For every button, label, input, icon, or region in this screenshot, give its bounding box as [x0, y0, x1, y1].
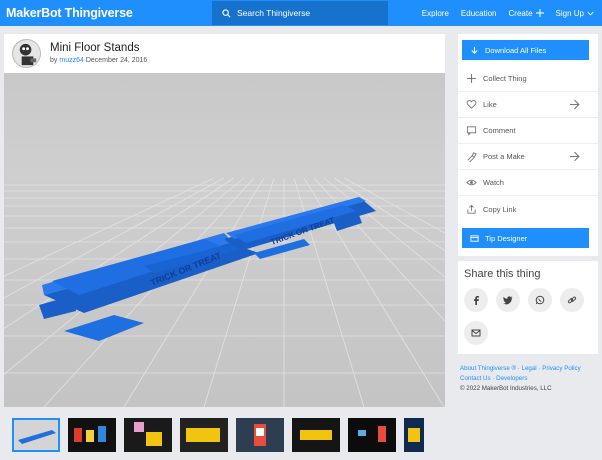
model-preview-image[interactable]: TRICK OR TREAT TRICK OR TREAT: [4, 73, 445, 407]
thumbnail-5[interactable]: [236, 418, 284, 452]
logo-thingiverse-text: Thingiverse: [64, 6, 133, 20]
arrow-right-icon: [570, 99, 580, 110]
nav-signup[interactable]: Sign Up: [556, 9, 594, 18]
thumbnail-strip: [12, 418, 424, 454]
facebook-icon: [474, 296, 479, 305]
copy-link-icon: [467, 204, 476, 214]
thumbnail-6[interactable]: [292, 418, 340, 452]
footer-links: About Thingiverse ® · Legal · Privacy Po…: [460, 364, 600, 394]
logo-makerbot-text: MakerBot: [6, 6, 62, 20]
tip-label: Tip Designer: [485, 233, 528, 243]
download-label: Download All Files: [485, 45, 547, 55]
footer-privacy-link[interactable]: Privacy Policy: [542, 365, 581, 372]
footer-about-link[interactable]: About Thingiverse ®: [460, 365, 516, 372]
share-twitter-button[interactable]: [496, 288, 520, 312]
search-placeholder: Search Thingiverse: [237, 8, 311, 18]
download-icon: [471, 46, 478, 54]
byline: by muzz64 December 24, 2016: [50, 57, 147, 64]
user-avatar-icon: [13, 40, 40, 67]
thumbnail-8[interactable]: [404, 418, 424, 452]
heart-icon: [466, 100, 477, 109]
plus-icon: [535, 9, 544, 17]
twitter-icon: [503, 296, 513, 305]
nav-create-label: Create: [508, 8, 533, 18]
tip-designer-button[interactable]: Tip Designer: [462, 228, 589, 248]
top-navbar: MakerBot Thingiverse Search Thingiverse …: [0, 0, 602, 26]
comment-label: Comment: [483, 126, 516, 135]
arrow-right-icon: [570, 151, 580, 162]
footer-copyright: © 2022 MakerBot Industries, LLC: [460, 385, 552, 392]
thumbnail-4[interactable]: [180, 418, 228, 452]
whatsapp-icon: [535, 295, 545, 305]
thing-card: Mini Floor Stands by muzz64 December 24,…: [4, 34, 445, 407]
model-render: TRICK OR TREAT TRICK OR TREAT: [4, 73, 445, 407]
share-whatsapp-button[interactable]: [528, 288, 552, 312]
thumbnail-3[interactable]: [124, 418, 172, 452]
make-icon: [467, 152, 477, 162]
link-icon: [567, 296, 577, 304]
footer-contact-link[interactable]: Contact Us: [460, 375, 491, 382]
share-panel: Share this thing: [458, 261, 598, 354]
thumbnail-1[interactable]: [12, 418, 60, 452]
copy-link-button[interactable]: Copy Link: [458, 196, 598, 222]
footer-legal-link[interactable]: Legal: [522, 365, 537, 372]
avatar[interactable]: [12, 39, 41, 68]
comment-icon: [466, 126, 477, 136]
watch-label: Watch: [483, 178, 504, 187]
collect-thing-button[interactable]: Collect Thing: [458, 66, 598, 92]
author-link[interactable]: muzz64: [59, 57, 84, 64]
post-a-make-button[interactable]: Post a Make: [458, 144, 598, 170]
search-input[interactable]: Search Thingiverse: [212, 1, 388, 25]
download-all-files-button[interactable]: Download All Files: [462, 40, 589, 60]
collect-label: Collect Thing: [483, 74, 527, 83]
like-label: Like: [483, 100, 497, 109]
comment-button[interactable]: Comment: [458, 118, 598, 144]
thing-header: Mini Floor Stands by muzz64 December 24,…: [4, 34, 445, 73]
copy-link-label: Copy Link: [483, 204, 517, 214]
nav-create[interactable]: Create: [509, 9, 544, 18]
plus-icon: [467, 74, 476, 83]
publish-date: December 24, 2016: [85, 57, 148, 64]
like-button[interactable]: Like: [458, 92, 598, 118]
footer-developers-link[interactable]: Developers: [496, 375, 527, 382]
share-facebook-button[interactable]: [464, 288, 488, 312]
eye-icon: [466, 179, 477, 186]
tip-icon: [470, 234, 479, 242]
thumbnail-7[interactable]: [348, 418, 396, 452]
share-email-button[interactable]: [464, 321, 488, 345]
nav-signup-label: Sign Up: [555, 8, 584, 18]
action-panel: Download All Files Collect Thing Like Co…: [458, 34, 598, 256]
byline-by: by: [50, 57, 58, 64]
page-title: Mini Floor Stands: [50, 42, 140, 54]
makerbot-thingiverse-logo[interactable]: MakerBot Thingiverse: [6, 6, 133, 20]
email-icon: [471, 329, 481, 337]
nav-education[interactable]: Education: [461, 9, 497, 18]
watch-button[interactable]: Watch: [458, 170, 598, 196]
search-icon: [222, 8, 231, 17]
share-link-button[interactable]: [560, 288, 584, 312]
share-title: Share this thing: [464, 268, 541, 280]
chevron-down-icon: [587, 11, 594, 16]
thumbnail-2[interactable]: [68, 418, 116, 452]
post-make-label: Post a Make: [483, 152, 525, 161]
nav-explore[interactable]: Explore: [422, 9, 449, 18]
nav-links: Explore Education Create Sign Up: [422, 0, 594, 26]
